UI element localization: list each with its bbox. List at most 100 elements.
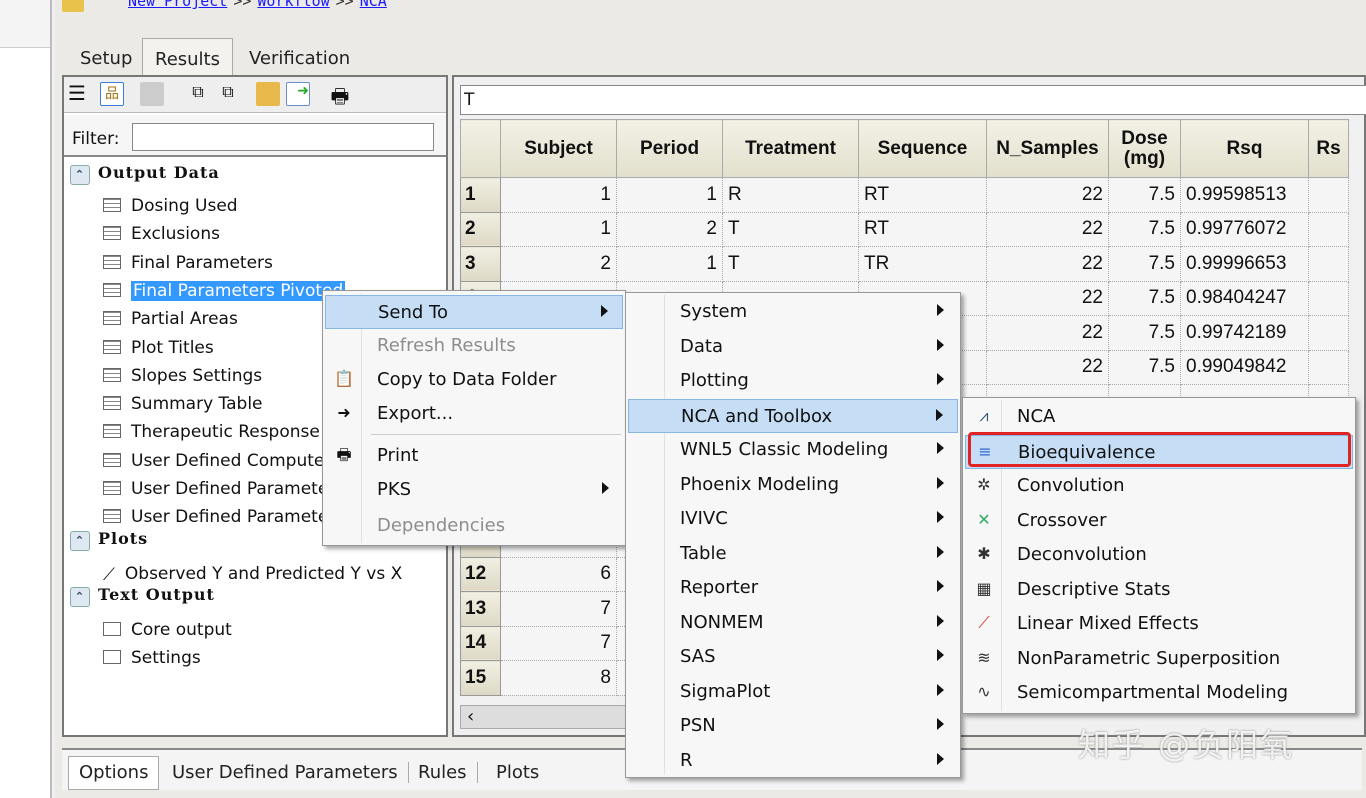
table-cell[interactable]: 0.99776072 bbox=[1180, 211, 1309, 247]
table-cell[interactable]: 22 bbox=[986, 211, 1109, 247]
row-number[interactable]: 2 bbox=[460, 211, 501, 247]
expand-all-icon[interactable]: ⧉ bbox=[186, 82, 210, 106]
tab-options[interactable]: Options bbox=[68, 756, 160, 790]
tab-results[interactable]: Results bbox=[142, 38, 233, 76]
table-cell[interactable]: 0.99996653 bbox=[1180, 246, 1309, 282]
collapse-icon[interactable]: ⌃ bbox=[70, 531, 90, 551]
breadcrumb-project[interactable]: New Project bbox=[128, 0, 227, 10]
column-header[interactable]: N_Samples bbox=[986, 119, 1109, 178]
table-cell[interactable]: 22 bbox=[986, 315, 1109, 351]
breadcrumb-workflow[interactable]: Workflow bbox=[257, 0, 329, 10]
column-header[interactable]: Sequence bbox=[858, 119, 987, 178]
table-cell[interactable]: 2 bbox=[616, 211, 723, 247]
tree-item-settings[interactable]: Settings bbox=[100, 647, 204, 671]
section-plots[interactable]: ⌃ Plots bbox=[70, 529, 148, 551]
column-header[interactable]: Treatment bbox=[722, 119, 859, 178]
menu-item-semicompartmental-modeling[interactable]: ∿ Semicompartmental Modeling bbox=[965, 676, 1353, 710]
column-header[interactable]: Rsq bbox=[1180, 119, 1309, 178]
table-cell[interactable]: T bbox=[722, 246, 859, 282]
table-cell[interactable] bbox=[1308, 349, 1349, 385]
table-cell[interactable]: 22 bbox=[986, 349, 1109, 385]
table-cell[interactable]: 6 bbox=[500, 556, 617, 592]
menu-item-descriptive-stats[interactable]: ▦ Descriptive Stats bbox=[965, 573, 1353, 607]
export-icon[interactable]: ➜ bbox=[286, 82, 310, 106]
row-number[interactable]: 3 bbox=[460, 246, 501, 282]
menu-item-system[interactable]: System bbox=[628, 295, 958, 329]
menu-item-phoenix-modeling[interactable]: Phoenix Modeling bbox=[628, 468, 958, 502]
table-cell[interactable]: 7.5 bbox=[1108, 211, 1181, 247]
image-view-icon[interactable] bbox=[140, 82, 164, 106]
collapse-icon[interactable]: ⌃ bbox=[70, 587, 90, 607]
cell-value-bar[interactable]: T bbox=[460, 85, 1366, 115]
breadcrumb-nca[interactable]: NCA bbox=[360, 0, 387, 10]
row-number[interactable]: 1 bbox=[460, 177, 501, 213]
column-header[interactable]: Dose (mg) bbox=[1108, 119, 1181, 178]
collapse-all-icon[interactable]: ⧉ bbox=[216, 82, 240, 106]
tab-setup[interactable]: Setup bbox=[68, 38, 144, 76]
row-number[interactable]: 15 bbox=[460, 660, 501, 696]
table-cell[interactable] bbox=[1308, 246, 1349, 282]
tree-item-plot[interactable]: ⟋ Observed Y and Predicted Y vs X bbox=[100, 563, 405, 587]
table-cell[interactable]: T bbox=[722, 211, 859, 247]
menu-item-convolution[interactable]: ✲ Convolution bbox=[965, 469, 1353, 503]
table-cell[interactable]: 0.98404247 bbox=[1180, 280, 1309, 316]
section-text-output[interactable]: ⌃ Text Output bbox=[70, 585, 215, 607]
tab-user-defined-parameters[interactable]: User Defined Parameters bbox=[162, 762, 409, 783]
table-cell[interactable]: 8 bbox=[500, 660, 617, 696]
table-cell[interactable]: 7.5 bbox=[1108, 315, 1181, 351]
table-cell[interactable]: 1 bbox=[500, 177, 617, 213]
menu-item-plotting[interactable]: Plotting bbox=[628, 364, 958, 398]
filter-input[interactable] bbox=[132, 123, 434, 151]
tree-item[interactable]: Dosing Used bbox=[100, 195, 241, 219]
copy-folder-icon[interactable] bbox=[256, 82, 280, 106]
menu-item-wnl5-classic-modeling[interactable]: WNL5 Classic Modeling bbox=[628, 433, 958, 467]
menu-item-send-to[interactable]: Send To bbox=[325, 295, 623, 329]
table-cell[interactable]: 1 bbox=[616, 246, 723, 282]
table-cell[interactable]: 7.5 bbox=[1108, 246, 1181, 282]
tab-plots[interactable]: Plots bbox=[486, 762, 549, 783]
menu-item-linear-mixed-effects[interactable]: ⟋ Linear Mixed Effects bbox=[965, 607, 1353, 641]
tree-item[interactable]: User Defined Parameters bbox=[100, 506, 347, 530]
tree-item[interactable]: Final Parameters Pivoted bbox=[100, 280, 348, 304]
table-cell[interactable]: 22 bbox=[986, 246, 1109, 282]
section-output-data[interactable]: ⌃ Output Data bbox=[70, 163, 220, 185]
tree-item[interactable]: User Defined Parameters bbox=[100, 478, 347, 502]
table-cell[interactable]: 7.5 bbox=[1108, 349, 1181, 385]
column-header[interactable]: Rs bbox=[1308, 119, 1349, 178]
tree-item[interactable]: Therapeutic Response bbox=[100, 421, 323, 445]
table-cell[interactable] bbox=[1308, 211, 1349, 247]
table-cell[interactable]: 7.5 bbox=[1108, 177, 1181, 213]
table-cell[interactable]: 22 bbox=[986, 177, 1109, 213]
menu-item-deconvolution[interactable]: ✱ Deconvolution bbox=[965, 538, 1353, 572]
row-number[interactable]: 12 bbox=[460, 556, 501, 592]
table-cell[interactable]: 0.99598513 bbox=[1180, 177, 1309, 213]
column-header[interactable]: Period bbox=[616, 119, 723, 178]
menu-item-r[interactable]: R bbox=[628, 744, 958, 778]
table-cell[interactable]: 7 bbox=[500, 591, 617, 627]
tree-item[interactable]: Exclusions bbox=[100, 223, 223, 247]
collapse-icon[interactable]: ⌃ bbox=[70, 165, 90, 185]
table-cell[interactable] bbox=[1308, 280, 1349, 316]
menu-item-export[interactable]: ➜ Export... bbox=[325, 397, 623, 431]
menu-item-ivivc[interactable]: IVIVC bbox=[628, 502, 958, 536]
tab-rules[interactable]: Rules bbox=[408, 762, 478, 783]
table-cell[interactable]: 22 bbox=[986, 280, 1109, 316]
tree-item[interactable]: Slopes Settings bbox=[100, 365, 265, 389]
tree-item-core-output[interactable]: Core output bbox=[100, 619, 235, 643]
table-cell[interactable]: 7.5 bbox=[1108, 280, 1181, 316]
table-cell[interactable]: TR bbox=[858, 246, 987, 282]
menu-item-psn[interactable]: PSN bbox=[628, 709, 958, 743]
tree-item[interactable]: Summary Table bbox=[100, 393, 266, 417]
table-cell[interactable]: 1 bbox=[500, 211, 617, 247]
table-cell[interactable]: 7 bbox=[500, 625, 617, 661]
menu-item-nonparametric-superposition[interactable]: ≋ NonParametric Superposition bbox=[965, 642, 1353, 676]
menu-item-copy-to-data-folder[interactable]: 📋 Copy to Data Folder bbox=[325, 363, 623, 397]
table-cell[interactable]: R bbox=[722, 177, 859, 213]
column-header[interactable]: Subject bbox=[500, 119, 617, 178]
menu-item-nca[interactable]: ⩘ NCA bbox=[965, 400, 1353, 434]
menu-item-reporter[interactable]: Reporter bbox=[628, 571, 958, 605]
printer-icon[interactable]: 🖶 bbox=[328, 82, 352, 108]
list-view-icon[interactable]: ☰ bbox=[68, 82, 92, 106]
table-cell[interactable]: 1 bbox=[616, 177, 723, 213]
menu-item-nca-and-toolbox[interactable]: NCA and Toolbox bbox=[628, 398, 958, 433]
